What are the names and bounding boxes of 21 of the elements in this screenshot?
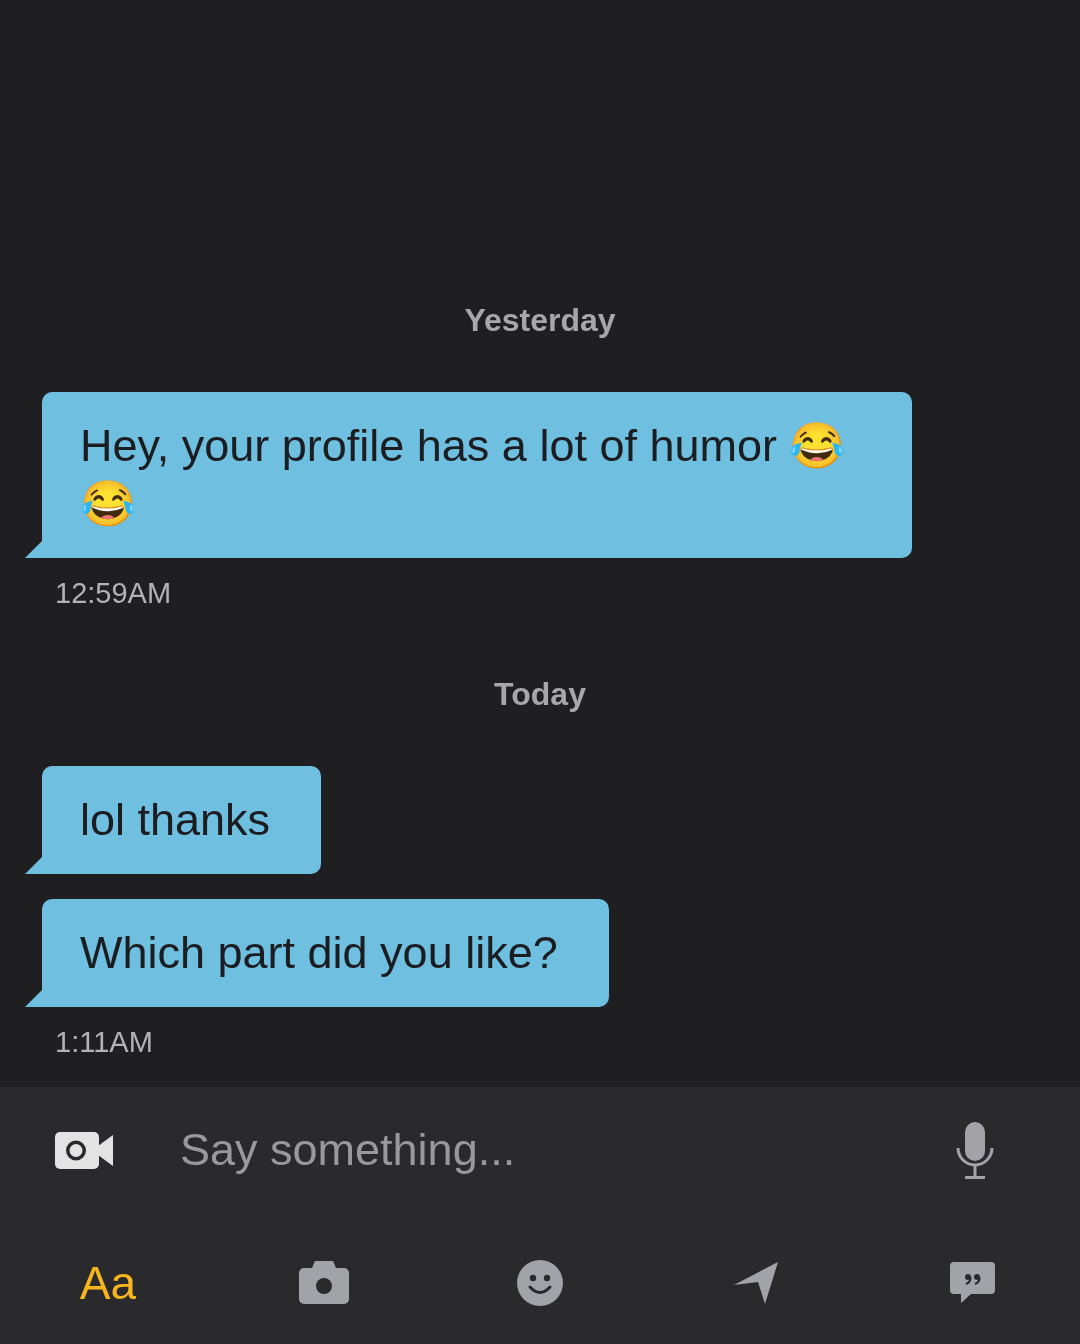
navigation-arrow-icon — [734, 1261, 778, 1304]
message-time: 1:11AM — [55, 1025, 153, 1060]
location-button[interactable] — [734, 1261, 778, 1304]
phrases-button[interactable] — [949, 1262, 995, 1303]
camera-button[interactable] — [299, 1261, 349, 1304]
quote-bubble-icon — [949, 1262, 995, 1303]
message-text: lol thanks — [80, 794, 271, 845]
message-input[interactable]: Say something... — [180, 1115, 935, 1185]
microphone-icon — [955, 1121, 995, 1179]
date-label: Yesterday — [464, 301, 616, 340]
message-time: 12:59AM — [55, 576, 172, 611]
emoji-button[interactable] — [517, 1259, 563, 1306]
video-call-button[interactable] — [55, 1131, 113, 1169]
microphone-button[interactable] — [955, 1121, 995, 1179]
message-text: Hey, your profile has a lot of humor 😂😂 — [80, 420, 846, 529]
text-style-button[interactable]: Aa — [79, 1256, 137, 1309]
camera-icon — [299, 1261, 349, 1304]
smiley-icon — [517, 1259, 563, 1306]
message-text: Which part did you like? — [80, 927, 558, 978]
video-camera-icon — [55, 1131, 113, 1169]
date-label: Today — [494, 675, 586, 714]
